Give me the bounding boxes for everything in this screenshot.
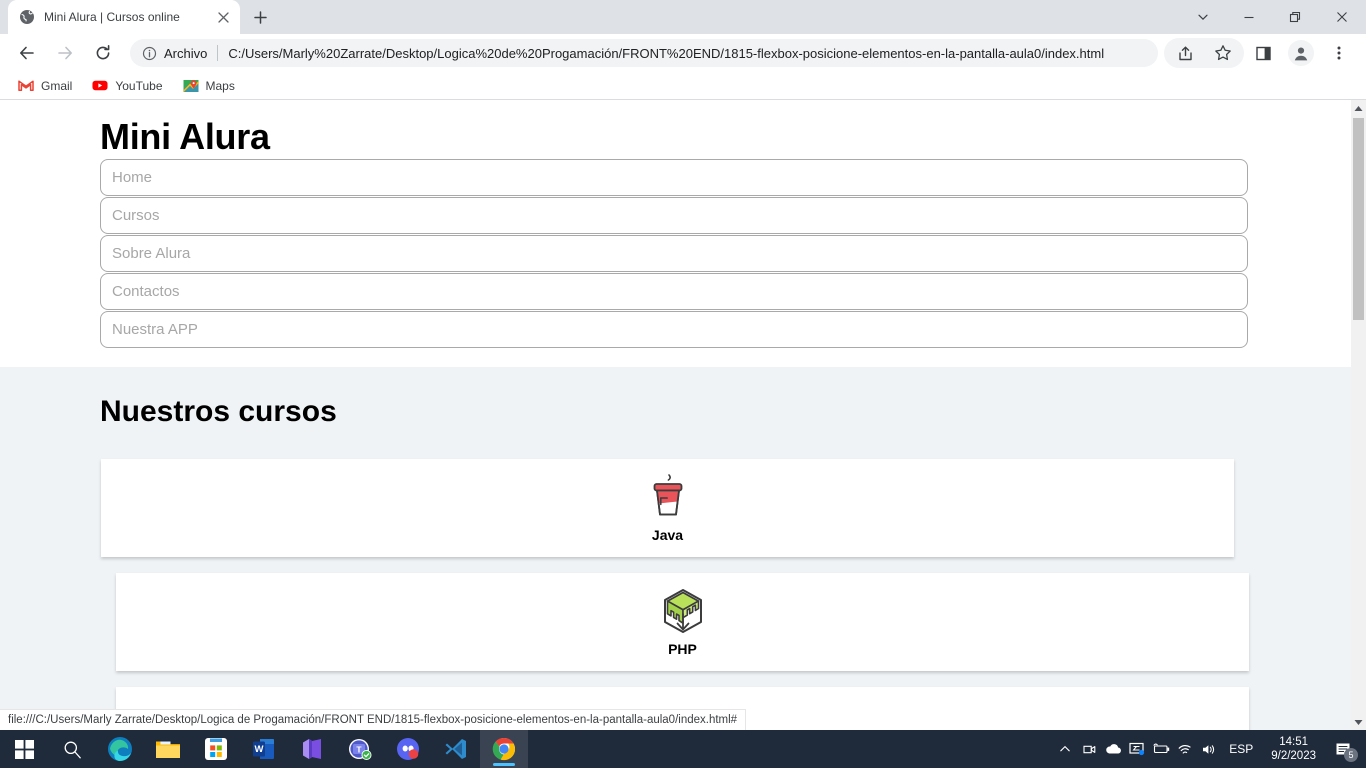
bookmark-label: Maps xyxy=(205,78,235,93)
back-arrow-icon[interactable] xyxy=(12,38,42,68)
reload-icon[interactable] xyxy=(88,38,118,68)
course-label: PHP xyxy=(668,641,697,658)
close-icon[interactable] xyxy=(214,8,232,26)
courses-section: Nuestros cursos Java PHP xyxy=(0,367,1351,730)
page-viewport: Mini Alura Home Cursos Sobre Alura Conta… xyxy=(0,100,1366,730)
start-button[interactable] xyxy=(0,730,48,768)
browser-toolbar: Archivo C:/Users/Marly%20Zarrate/Desktop… xyxy=(0,34,1366,72)
maximize-restore-button[interactable] xyxy=(1272,0,1318,34)
side-panel-icon[interactable] xyxy=(1248,38,1278,68)
bookmarks-bar: Gmail YouTube Maps xyxy=(0,72,1366,100)
minimize-button[interactable] xyxy=(1226,0,1272,34)
maps-icon xyxy=(182,78,199,94)
course-label: Java xyxy=(651,527,684,544)
taskbar-item-chrome[interactable] xyxy=(480,730,528,768)
course-card-java[interactable]: Java xyxy=(101,459,1234,558)
new-tab-button[interactable] xyxy=(246,3,274,31)
bookmark-label: YouTube xyxy=(115,78,163,93)
taskbar-item-word[interactable]: W xyxy=(240,730,288,768)
course-card-php[interactable]: PHP xyxy=(116,573,1249,672)
taskbar-item-edge[interactable] xyxy=(96,730,144,768)
system-tray: ESP 14:51 9/2/2023 5 xyxy=(1053,730,1366,768)
taskbar-item-vs-code[interactable] xyxy=(432,730,480,768)
notification-badge: 5 xyxy=(1344,748,1358,762)
profile-avatar-icon[interactable] xyxy=(1288,40,1314,66)
course-card-list: Java PHP xyxy=(0,459,1351,730)
url-scheme-label: Archivo xyxy=(164,45,208,61)
scroll-up-arrow-icon[interactable] xyxy=(1351,100,1366,116)
tray-date: 9/2/2023 xyxy=(1271,750,1316,762)
windows-taskbar: W T ESP 14:51 9/2/2023 5 xyxy=(0,730,1366,768)
address-bar[interactable]: Archivo C:/Users/Marly%20Zarrate/Desktop… xyxy=(130,39,1158,67)
taskbar-item-microsoft-365[interactable] xyxy=(288,730,336,768)
bookmark-maps[interactable]: Maps xyxy=(175,74,243,98)
java-coffee-cup-icon xyxy=(644,473,692,521)
globe-icon xyxy=(19,9,35,25)
notification-center-icon[interactable]: 5 xyxy=(1326,730,1360,768)
status-bar: file:///C:/Users/Marly Zarrate/Desktop/L… xyxy=(0,709,747,730)
search-icon[interactable] xyxy=(48,730,96,768)
youtube-icon xyxy=(92,78,108,94)
bookmark-youtube[interactable]: YouTube xyxy=(84,74,170,98)
taskbar-item-teams[interactable]: T xyxy=(336,730,384,768)
tab-title: Mini Alura | Cursos online xyxy=(44,10,180,24)
close-window-button[interactable] xyxy=(1318,0,1366,34)
bookmark-label: Gmail xyxy=(41,78,73,93)
browser-window: Mini Alura | Cursos online Archivo C:/Us… xyxy=(0,0,1366,730)
tray-volume-icon[interactable] xyxy=(1197,730,1221,768)
page-scrollbar[interactable] xyxy=(1351,100,1366,730)
tray-display-settings-icon[interactable] xyxy=(1125,730,1149,768)
tray-wifi-icon[interactable] xyxy=(1173,730,1197,768)
tab-strip: Mini Alura | Cursos online xyxy=(0,0,1366,34)
scroll-down-arrow-icon[interactable] xyxy=(1351,714,1366,730)
svg-text:W: W xyxy=(255,744,264,755)
section-title: Nuestros cursos xyxy=(100,395,337,429)
three-dot-menu-icon[interactable] xyxy=(1324,38,1354,68)
page-title: Mini Alura xyxy=(100,116,270,157)
svg-text:T: T xyxy=(356,744,362,754)
taskbar-item-microsoft-store[interactable] xyxy=(192,730,240,768)
web-page: Mini Alura Home Cursos Sobre Alura Conta… xyxy=(0,100,1351,730)
tray-expand-chevron-up-icon[interactable] xyxy=(1053,730,1077,768)
header-container: Mini Alura Home Cursos Sobre Alura Conta… xyxy=(100,116,1248,349)
share-icon[interactable] xyxy=(1170,38,1200,68)
toolbar-right-actions xyxy=(1164,38,1358,68)
gmail-icon xyxy=(18,78,34,94)
tray-battery-icon[interactable] xyxy=(1149,730,1173,768)
bookmark-gmail[interactable]: Gmail xyxy=(10,74,80,98)
taskbar-item-file-explorer[interactable] xyxy=(144,730,192,768)
main-nav: Home Cursos Sobre Alura Contactos Nuestr… xyxy=(100,159,1248,349)
nav-item-contactos[interactable]: Contactos xyxy=(100,273,1248,311)
nav-item-sobre-alura[interactable]: Sobre Alura xyxy=(100,235,1248,273)
scrollbar-thumb[interactable] xyxy=(1353,118,1364,320)
site-header: Mini Alura Home Cursos Sobre Alura Conta… xyxy=(0,100,1351,368)
tray-clock[interactable]: 14:51 9/2/2023 xyxy=(1261,735,1326,764)
nav-item-home[interactable]: Home xyxy=(100,159,1248,197)
nav-item-cursos[interactable]: Cursos xyxy=(100,197,1248,235)
forward-arrow-icon[interactable] xyxy=(50,38,80,68)
tray-time: 14:51 xyxy=(1279,735,1308,748)
active-app-indicator xyxy=(493,763,515,766)
tray-meet-camera-icon[interactable] xyxy=(1077,730,1101,768)
tray-onedrive-cloud-icon[interactable] xyxy=(1101,730,1125,768)
taskbar-item-discord[interactable] xyxy=(384,730,432,768)
window-controls xyxy=(1180,0,1366,34)
url-text: C:/Users/Marly%20Zarrate/Desktop/Logica%… xyxy=(228,45,1105,61)
nav-item-nuestra-app[interactable]: Nuestra APP xyxy=(100,311,1248,349)
info-circle-icon[interactable] xyxy=(140,44,158,62)
omnibox-divider xyxy=(217,45,219,61)
star-icon[interactable] xyxy=(1208,38,1238,68)
browser-tab[interactable]: Mini Alura | Cursos online xyxy=(8,0,240,34)
tab-search-chevron-down-icon[interactable] xyxy=(1180,0,1226,34)
status-url-text: file:///C:/Users/Marly Zarrate/Desktop/L… xyxy=(8,714,738,726)
share-bookmark-pill xyxy=(1164,38,1244,68)
php-green-box-icon xyxy=(659,587,707,635)
tray-language-indicator[interactable]: ESP xyxy=(1221,742,1261,756)
